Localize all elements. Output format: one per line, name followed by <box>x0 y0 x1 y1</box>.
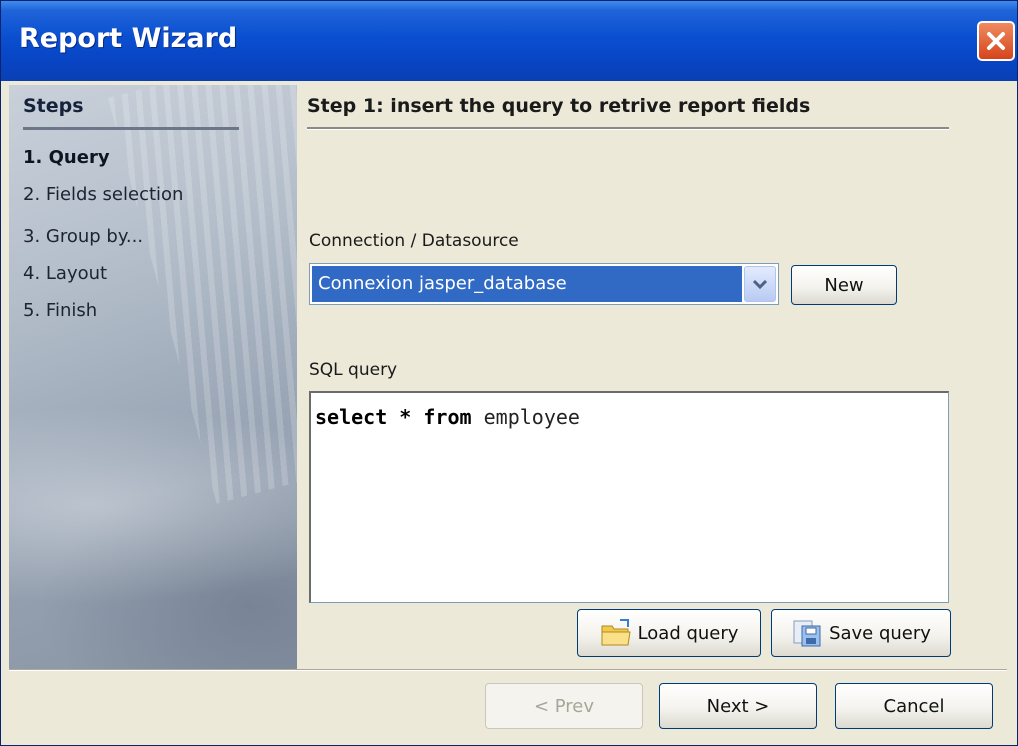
next-button[interactable]: Next > <box>659 683 817 729</box>
step-fields-selection: 2. Fields selection <box>23 184 184 205</box>
load-query-button[interactable]: Load query <box>577 609 761 657</box>
step-heading-divider <box>307 127 949 130</box>
steps-divider <box>23 127 239 130</box>
step-finish: 5. Finish <box>23 300 98 321</box>
save-query-button[interactable]: Save query <box>771 609 951 657</box>
save-query-label: Save query <box>829 622 931 644</box>
close-icon <box>987 32 1005 50</box>
connection-select[interactable]: Connexion jasper_database <box>309 263 779 305</box>
connection-dropdown-button[interactable] <box>744 266 776 302</box>
save-query-icon <box>791 618 823 648</box>
window-title: Report Wizard <box>19 23 238 54</box>
steps-panel <box>9 85 297 669</box>
sql-query-label: SQL query <box>309 360 398 380</box>
step-heading: Step 1: insert the query to retrive repo… <box>307 95 811 117</box>
step-query: 1. Query <box>23 147 110 168</box>
connection-label: Connection / Datasource <box>309 231 519 251</box>
close-button[interactable] <box>977 21 1015 61</box>
footer-divider <box>9 669 1007 671</box>
cancel-button[interactable]: Cancel <box>835 683 993 729</box>
new-connection-button[interactable]: New <box>791 265 897 305</box>
load-query-icon <box>600 618 632 648</box>
title-bar[interactable]: Report Wizard <box>1 1 1017 81</box>
step-group-by: 3. Group by... <box>23 226 144 247</box>
report-wizard-dialog: Report Wizard Steps 1. Query 2. Fields s… <box>0 0 1018 746</box>
sql-query-editor[interactable]: select * from employee <box>309 391 949 603</box>
dropdown-arrow-icon <box>752 279 768 290</box>
sql-keyword-from: from <box>423 405 472 429</box>
sql-query-text: select * from employee <box>315 405 580 429</box>
sql-keyword-select: select <box>315 405 388 429</box>
sql-table-name: employee <box>483 405 580 429</box>
load-query-label: Load query <box>637 622 739 644</box>
connection-selected-value: Connexion jasper_database <box>312 266 742 302</box>
prev-button[interactable]: < Prev <box>485 683 643 729</box>
step-layout: 4. Layout <box>23 263 108 284</box>
sql-operator-star: * <box>399 405 412 429</box>
steps-title: Steps <box>23 95 84 117</box>
